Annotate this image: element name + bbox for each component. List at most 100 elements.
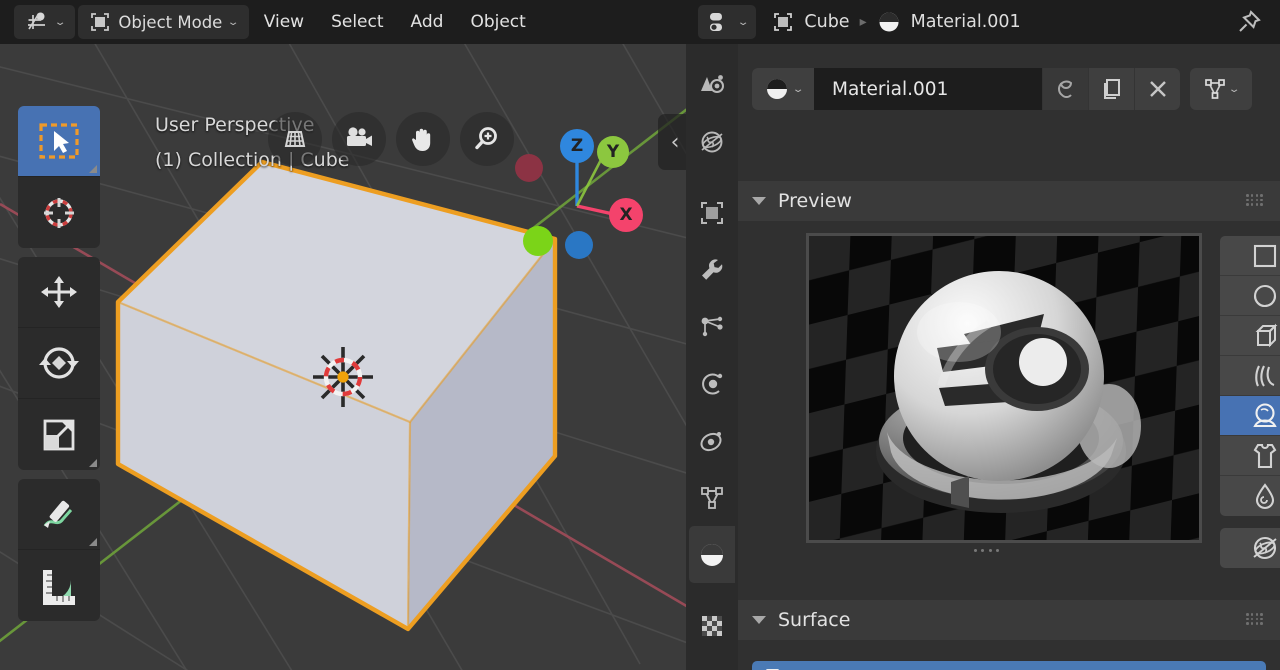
world-globe-icon [701, 131, 723, 152]
particles-icon [701, 316, 723, 336]
material-slot-selector[interactable]: ⌄ [1190, 68, 1252, 110]
shaderball-icon [1253, 402, 1277, 427]
preview-type-cloth[interactable] [1220, 436, 1280, 476]
tool-select-box[interactable] [18, 106, 100, 177]
measure-ruler-icon [43, 569, 75, 605]
chevron-down-icon: ⌄ [53, 16, 67, 28]
disclosure-triangle-icon [752, 197, 766, 205]
gizmo-axis-neg-y[interactable] [523, 226, 553, 256]
gizmo-axis-neg-x[interactable] [515, 154, 543, 182]
properties-body: ⌄ Material.001 ⌄ Preview Surface [738, 44, 1280, 670]
close-x-icon [1149, 81, 1166, 97]
preview-type-plane[interactable] [1220, 236, 1280, 276]
hand-pan-icon [412, 128, 431, 151]
properties-tab-world[interactable] [689, 113, 735, 170]
viewport-toolbar [18, 106, 100, 630]
tool-scale[interactable] [18, 399, 100, 470]
preview-resize-grip[interactable] [974, 549, 1000, 556]
tool-move[interactable] [18, 257, 100, 328]
panel-header-preview[interactable]: Preview [738, 181, 1280, 221]
properties-tab-data[interactable] [689, 469, 735, 526]
preview-type-world[interactable] [1220, 528, 1280, 568]
menu-view[interactable]: View [252, 5, 316, 39]
preview-type-shaderball[interactable] [1220, 396, 1280, 436]
camera-icon [347, 127, 372, 146]
tool-expand-corner[interactable] [89, 165, 97, 173]
menu-object[interactable]: Object [458, 5, 537, 39]
camera-icon-button[interactable] [332, 112, 386, 166]
sidebar-collapse-arrow[interactable]: ‹ [658, 114, 686, 170]
3d-cursor [305, 339, 381, 419]
preview-type-buttons [1220, 236, 1280, 568]
tool-cursor[interactable] [18, 177, 100, 248]
pan-hand-button[interactable] [396, 112, 450, 166]
properties-tab-texture[interactable] [689, 597, 735, 654]
grid-icon [284, 131, 306, 147]
pin-button[interactable] [1232, 6, 1266, 38]
tool-rotate[interactable] [18, 328, 100, 399]
breadcrumb-material[interactable]: Material.001 [869, 10, 1029, 34]
fluid-drop-icon [1255, 483, 1275, 509]
disclosure-triangle-icon [752, 616, 766, 624]
preview-type-sphere[interactable] [1220, 276, 1280, 316]
sphere-icon [1253, 284, 1277, 307]
fake-user-button[interactable] [1042, 68, 1088, 110]
tool-expand-corner[interactable] [89, 459, 97, 467]
interaction-mode-selector[interactable]: Object Mode ⌄ [78, 5, 249, 39]
navigation-gizmo[interactable]: Z Y X [500, 114, 650, 264]
tool-expand-corner[interactable] [89, 538, 97, 546]
breadcrumb-object[interactable]: Cube [764, 11, 857, 33]
material-browse-button[interactable]: ⌄ [752, 68, 814, 110]
properties-tab-render[interactable] [689, 56, 735, 113]
breadcrumb-object-label: Cube [804, 12, 850, 32]
world-globe-icon [1253, 536, 1277, 560]
chevron-down-icon: ⌄ [736, 16, 750, 28]
fake-user-icon [1057, 80, 1072, 98]
new-material-button[interactable] [1088, 68, 1134, 110]
properties-tab-strip [686, 44, 738, 670]
preview-type-fluid[interactable] [1220, 476, 1280, 516]
tool-annotate[interactable] [18, 479, 100, 550]
gizmo-axis-y[interactable]: Y [597, 136, 629, 168]
viewport-canvas[interactable]: User Perspective (1) Collection | Cube Z… [0, 44, 686, 670]
rotate-icon [39, 347, 79, 379]
breadcrumb-separator: ▸ [859, 14, 867, 30]
properties-header: ⌄ Cube ▸ Material.001 [686, 0, 1280, 44]
move-icon [41, 276, 77, 308]
gizmo-axis-z[interactable]: Z [560, 129, 594, 163]
editor-type-selector[interactable]: ⌄ [14, 5, 76, 39]
pin-icon [1239, 10, 1261, 32]
use-nodes-button[interactable]: Use Nodes [752, 661, 1266, 670]
zoom-in-icon [475, 127, 497, 150]
panel-grip-icon [1246, 613, 1264, 626]
wrench-icon [702, 259, 723, 280]
menu-add[interactable]: Add [399, 5, 456, 39]
tool-group-transform [18, 257, 100, 470]
hair-icon [1255, 365, 1275, 387]
annotate-pencil-icon [43, 500, 73, 528]
properties-editor-type-selector[interactable]: ⌄ [698, 5, 757, 39]
properties-tab-material[interactable] [689, 526, 735, 583]
gizmo-axis-x[interactable]: X [609, 198, 643, 232]
properties-tab-particles[interactable] [689, 298, 735, 355]
cloth-shirt-icon [1253, 443, 1277, 468]
material-datablock-row: ⌄ Material.001 ⌄ [752, 68, 1252, 110]
panel-header-surface[interactable]: Surface [738, 600, 1280, 640]
preview-type-cube[interactable] [1220, 316, 1280, 356]
menu-select[interactable]: Select [319, 5, 395, 39]
plane-icon [1253, 244, 1277, 267]
properties-tab-modifiers[interactable] [689, 241, 735, 298]
panel-title-surface: Surface [778, 609, 851, 631]
gizmo-axis-neg-z[interactable] [565, 231, 593, 259]
material-preview-render[interactable] [806, 233, 1202, 543]
material-sphere-icon [701, 543, 723, 566]
material-name-field[interactable]: Material.001 [814, 68, 1042, 110]
properties-tab-constraints[interactable] [689, 412, 735, 469]
grid-icon-button[interactable] [268, 112, 322, 166]
unlink-material-button[interactable] [1134, 68, 1180, 110]
preview-type-hair[interactable] [1220, 356, 1280, 396]
tool-measure[interactable] [18, 550, 100, 621]
chevron-down-icon: ⌄ [227, 16, 240, 28]
properties-tab-object[interactable] [689, 184, 735, 241]
properties-tab-physics[interactable] [689, 355, 735, 412]
